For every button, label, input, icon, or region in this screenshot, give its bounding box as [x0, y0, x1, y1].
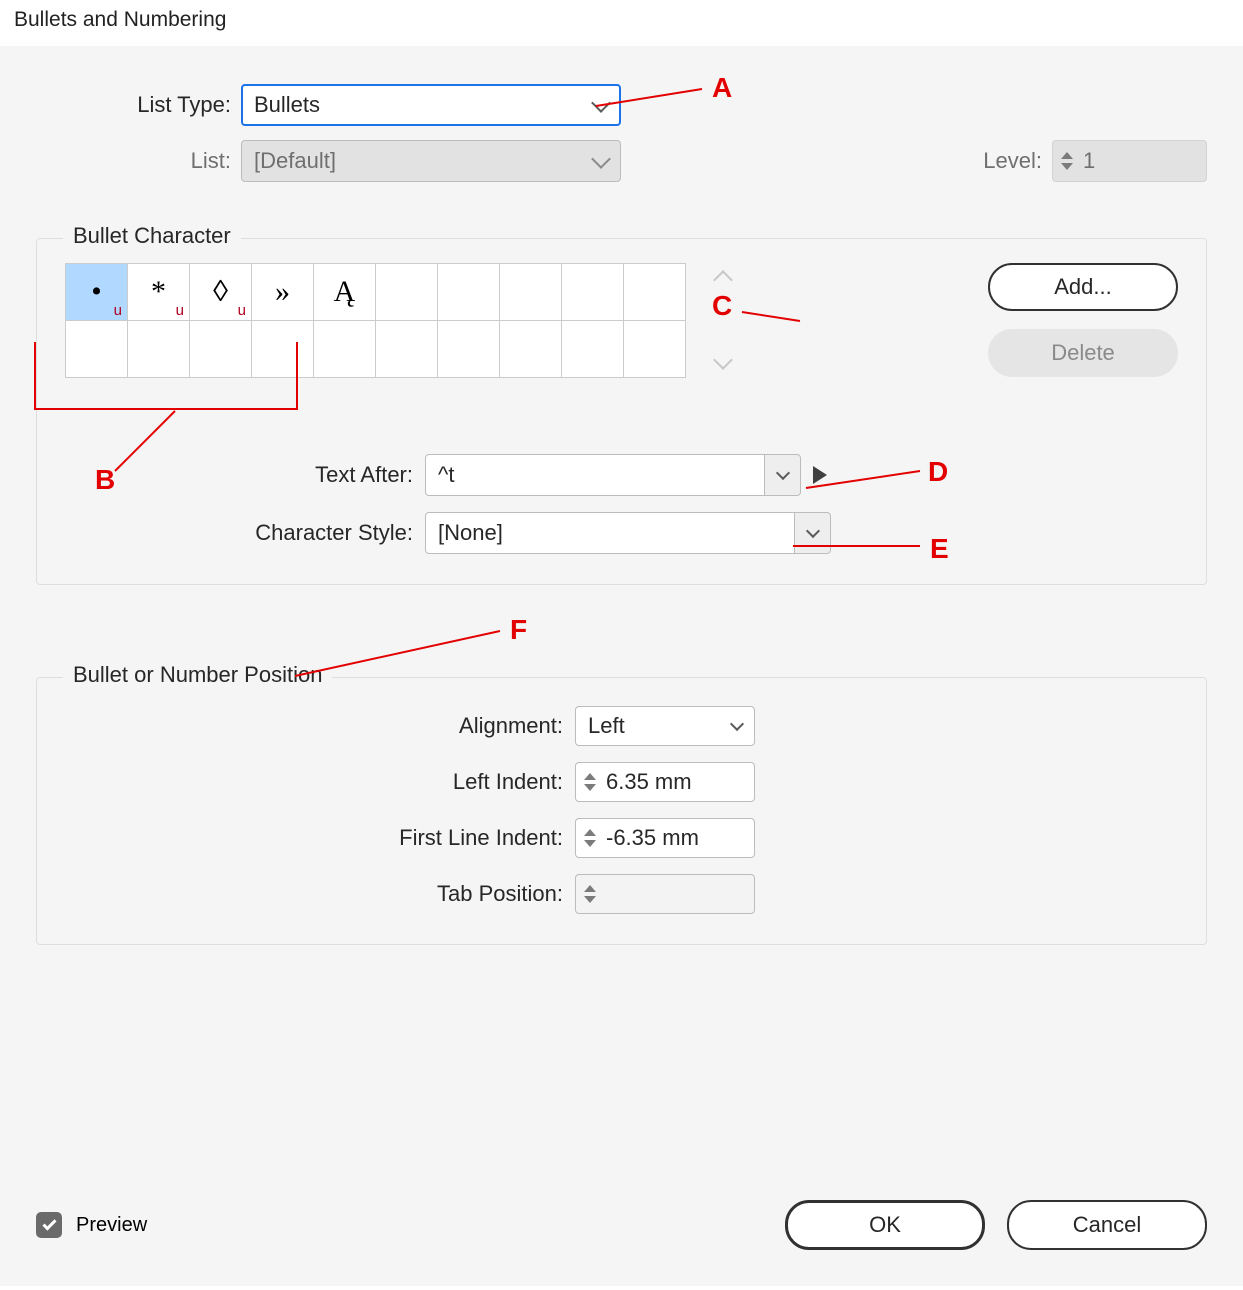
level-label: Level:	[983, 148, 1042, 174]
text-after-input[interactable]: ^t	[425, 454, 765, 496]
bullet-glyph-2[interactable]: ◊u	[190, 264, 252, 321]
add-button[interactable]: Add...	[988, 263, 1178, 311]
spinner-arrows-icon[interactable]	[584, 773, 596, 791]
bullet-character-group: Bullet Character •u *u ◊u » Ą	[36, 238, 1207, 585]
list-type-value: Bullets	[254, 92, 320, 118]
level-value: 1	[1083, 148, 1095, 174]
grid-scroll-buttons[interactable]	[716, 263, 730, 377]
bullet-char-grid[interactable]: •u *u ◊u » Ą	[65, 263, 686, 378]
bullet-glyph-empty[interactable]	[562, 321, 624, 378]
bullet-glyph-empty[interactable]	[562, 264, 624, 321]
bullet-glyph-1[interactable]: *u	[128, 264, 190, 321]
bullet-glyph-empty[interactable]	[376, 321, 438, 378]
alignment-label: Alignment:	[65, 713, 575, 739]
text-after-label: Text After:	[65, 462, 425, 488]
annotation-F: F	[510, 614, 527, 646]
chevron-down-icon	[591, 93, 611, 113]
bullet-glyph-4[interactable]: Ą	[314, 264, 376, 321]
alignment-value: Left	[588, 713, 625, 739]
left-indent-label: Left Indent:	[65, 769, 575, 795]
list-type-dropdown[interactable]: Bullets	[241, 84, 621, 126]
position-group: Bullet or Number Position Alignment: Lef…	[36, 677, 1207, 945]
bullet-glyph-3[interactable]: »	[252, 264, 314, 321]
check-icon	[42, 1216, 56, 1230]
char-style-value[interactable]: [None]	[425, 512, 795, 554]
spinner-arrows-icon[interactable]	[584, 829, 596, 847]
bullet-glyph-empty[interactable]	[500, 321, 562, 378]
bullet-glyph-0[interactable]: •u	[66, 264, 128, 321]
preview-label: Preview	[76, 1214, 147, 1237]
bullet-glyph-empty[interactable]	[624, 264, 686, 321]
dialog-footer: Preview OK Cancel	[36, 1200, 1207, 1250]
position-legend: Bullet or Number Position	[63, 662, 332, 688]
chevron-up-icon[interactable]	[713, 270, 733, 290]
delete-button: Delete	[988, 329, 1178, 377]
chevron-down-icon[interactable]	[713, 350, 733, 370]
bullet-glyph-empty[interactable]	[438, 321, 500, 378]
bullet-glyph-empty[interactable]	[314, 321, 376, 378]
list-dropdown[interactable]: [Default]	[241, 140, 621, 182]
ok-button[interactable]: OK	[785, 1200, 985, 1250]
bullet-glyph-empty[interactable]	[500, 264, 562, 321]
bullet-glyph-empty[interactable]	[252, 321, 314, 378]
bullet-glyph-empty[interactable]	[128, 321, 190, 378]
list-type-label: List Type:	[36, 92, 241, 118]
list-label: List:	[36, 148, 241, 174]
bullet-glyph-empty[interactable]	[624, 321, 686, 378]
chevron-down-icon	[730, 717, 744, 731]
cancel-button[interactable]: Cancel	[1007, 1200, 1207, 1250]
level-spinner[interactable]: 1	[1052, 140, 1207, 182]
left-indent-value: 6.35 mm	[606, 769, 692, 795]
char-style-label: Character Style:	[65, 520, 425, 546]
dialog-content: List Type: Bullets List: [Default] Level…	[0, 46, 1243, 1286]
bullet-glyph-empty[interactable]	[66, 321, 128, 378]
tab-pos-spinner[interactable]	[575, 874, 755, 914]
preview-checkbox[interactable]	[36, 1212, 62, 1238]
list-value: [Default]	[254, 148, 336, 174]
dialog-title: Bullets and Numbering	[0, 0, 1243, 46]
first-line-label: First Line Indent:	[65, 825, 575, 851]
spinner-arrows-icon[interactable]	[1061, 152, 1073, 170]
spinner-arrows-icon[interactable]	[584, 885, 596, 903]
bullet-character-legend: Bullet Character	[63, 223, 241, 249]
alignment-dropdown[interactable]: Left	[575, 706, 755, 746]
first-line-value: -6.35 mm	[606, 825, 699, 851]
bullet-glyph-empty[interactable]	[438, 264, 500, 321]
left-indent-spinner[interactable]: 6.35 mm	[575, 762, 755, 802]
first-line-spinner[interactable]: -6.35 mm	[575, 818, 755, 858]
chevron-down-icon	[591, 149, 611, 169]
bullet-glyph-empty[interactable]	[190, 321, 252, 378]
insert-special-char-button[interactable]	[813, 466, 827, 484]
char-style-dropdown-button[interactable]	[795, 512, 831, 554]
tab-pos-label: Tab Position:	[65, 881, 575, 907]
text-after-dropdown-button[interactable]	[765, 454, 801, 496]
bullet-glyph-empty[interactable]	[376, 264, 438, 321]
